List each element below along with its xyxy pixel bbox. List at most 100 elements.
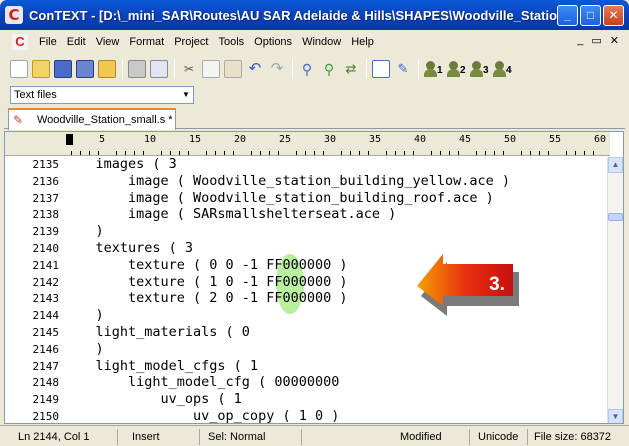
print-icon[interactable] (128, 60, 146, 78)
print-preview-icon[interactable] (150, 60, 168, 78)
editor[interactable]: 5 10 15 20 25 30 35 40 45 50 55 60 2135 2136 2137 2138… (4, 131, 624, 424)
ruler-tick (143, 151, 144, 155)
copy-icon[interactable] (202, 60, 220, 78)
replace-icon[interactable]: ⇄ (342, 60, 360, 78)
menu-edit[interactable]: Edit (62, 36, 91, 48)
app-icon: C (5, 6, 23, 24)
tab-woodville-station[interactable]: ✎ Woodville_Station_small.s * (8, 108, 176, 130)
tab-label: Woodville_Station_small.s * (37, 114, 173, 126)
menu-project[interactable]: Project (169, 36, 213, 48)
menu-window[interactable]: Window (297, 36, 346, 48)
code-line[interactable]: ) (63, 223, 104, 239)
code-line[interactable]: image ( Woodville_station_building_roof.… (63, 190, 494, 206)
ruler-tick (350, 151, 351, 155)
save-icon[interactable] (54, 60, 72, 78)
title-bar: C ConTEXT - [D:\_mini_SAR\Routes\AU SAR … (0, 0, 629, 30)
ruler-mark: 5 (99, 134, 106, 145)
new-file-icon[interactable] (10, 60, 28, 78)
code-line[interactable]: images ( 3 (63, 157, 177, 172)
ruler-tick (215, 151, 216, 155)
code-line[interactable]: light_model_cfg ( 00000000 (63, 374, 339, 390)
code-line[interactable]: image ( Woodville_station_building_yello… (63, 173, 510, 189)
ruler-tick (278, 151, 279, 155)
status-selection: Sel: Normal (204, 429, 302, 445)
line-number: 2146 (32, 342, 60, 356)
line-number: 2138 (32, 208, 60, 222)
code-line[interactable]: ) (63, 341, 104, 357)
ruler-tick (323, 151, 324, 155)
undo-icon[interactable]: ↶ (246, 60, 264, 78)
code-area[interactable]: images ( 3 image ( Woodville_station_bui… (63, 157, 609, 423)
maximize-button[interactable]: □ (580, 5, 601, 26)
toolbar: ✂ ↶ ↷ ⚲ ⚲ ⇄ ✎ 1 2 3 4 (4, 55, 625, 83)
line-number: 2139 (32, 225, 60, 239)
ruler-tick (359, 151, 360, 155)
ruler-tick (179, 151, 180, 155)
ruler-tick (458, 151, 459, 155)
find-next-icon[interactable]: ⚲ (320, 60, 338, 78)
code-line[interactable]: image ( SARsmallshelterseat.ace ) (63, 206, 396, 222)
chevron-down-icon[interactable]: ▼ (179, 87, 193, 103)
code-line[interactable]: texture ( 1 0 -1 FF000000 ) (63, 274, 347, 290)
user-3-icon[interactable]: 3 (470, 60, 490, 78)
ruler-tick (260, 151, 261, 155)
ruler-tick (485, 151, 486, 155)
line-number: 2148 (32, 376, 60, 390)
code-line[interactable]: texture ( 0 0 -1 FF000000 ) (63, 257, 347, 273)
ruler-mark: 40 (414, 134, 427, 145)
cut-icon[interactable]: ✂ (180, 60, 198, 78)
close-button[interactable]: ✕ (603, 5, 624, 26)
vertical-scrollbar[interactable]: ▲ ▼ (607, 157, 623, 423)
menu-format[interactable]: Format (124, 36, 169, 48)
code-line[interactable]: light_model_cfgs ( 1 (63, 358, 259, 374)
user-2-icon[interactable]: 2 (447, 60, 467, 78)
code-line[interactable]: textures ( 3 (63, 240, 194, 256)
ruler-tick (539, 151, 540, 155)
menu-file[interactable]: File (34, 36, 62, 48)
file-type-select[interactable]: Text files ▼ (10, 86, 194, 104)
annotation-label: 3. (489, 274, 505, 295)
scrollbar-thumb[interactable] (608, 213, 623, 221)
ruler-tick (134, 151, 135, 155)
arrow-annotation: 3. (417, 254, 519, 316)
mdi-close-button[interactable]: ✕ (610, 34, 619, 47)
ruler-mark: 35 (369, 134, 382, 145)
code-line[interactable]: light_materials ( 0 (63, 324, 250, 340)
scroll-up-button[interactable]: ▲ (608, 157, 623, 173)
code-line[interactable]: texture ( 2 0 -1 FF000000 ) (63, 290, 347, 306)
line-number-gutter: 2135 2136 2137 2138 2139 2140 2141 2142 2143 2144… (5, 157, 63, 423)
redo-icon[interactable]: ↷ (268, 60, 286, 78)
paste-icon[interactable] (224, 60, 242, 78)
tools-icon[interactable]: ✎ (394, 60, 412, 78)
open-icon[interactable] (32, 60, 50, 78)
document-icon[interactable]: C (12, 34, 28, 50)
menu-view[interactable]: View (91, 36, 125, 48)
line-number: 2150 (32, 410, 60, 423)
scroll-down-button[interactable]: ▼ (608, 409, 623, 423)
code-line[interactable]: ) (63, 307, 104, 323)
find-icon[interactable]: ⚲ (298, 60, 316, 78)
line-number: 2147 (32, 359, 60, 373)
user-4-icon[interactable]: 4 (493, 60, 513, 78)
ruler-tick (206, 151, 207, 155)
ruler-tick (521, 151, 522, 155)
ruler-tick (224, 151, 225, 155)
output-icon[interactable] (372, 60, 390, 78)
ruler-tick (98, 151, 99, 155)
minimize-button[interactable]: _ (557, 5, 578, 26)
ruler-tick (188, 151, 189, 155)
code-line[interactable]: uv_ops ( 1 (63, 391, 242, 407)
open-folder-icon[interactable] (98, 60, 116, 78)
ruler-mark: 30 (324, 134, 337, 145)
ruler-mark: 60 (594, 134, 607, 145)
code-line[interactable]: uv_op_copy ( 1 0 ) (63, 408, 339, 423)
save-all-icon[interactable] (76, 60, 94, 78)
menu-tools[interactable]: Tools (213, 36, 249, 48)
menu-options[interactable]: Options (249, 36, 297, 48)
ruler-tick (125, 151, 126, 155)
user-1-icon[interactable]: 1 (424, 60, 444, 78)
ruler-tick (395, 151, 396, 155)
menu-help[interactable]: Help (346, 36, 379, 48)
mdi-restore-button[interactable]: ▭ (591, 34, 601, 47)
mdi-minimize-button[interactable]: _ (577, 34, 583, 47)
